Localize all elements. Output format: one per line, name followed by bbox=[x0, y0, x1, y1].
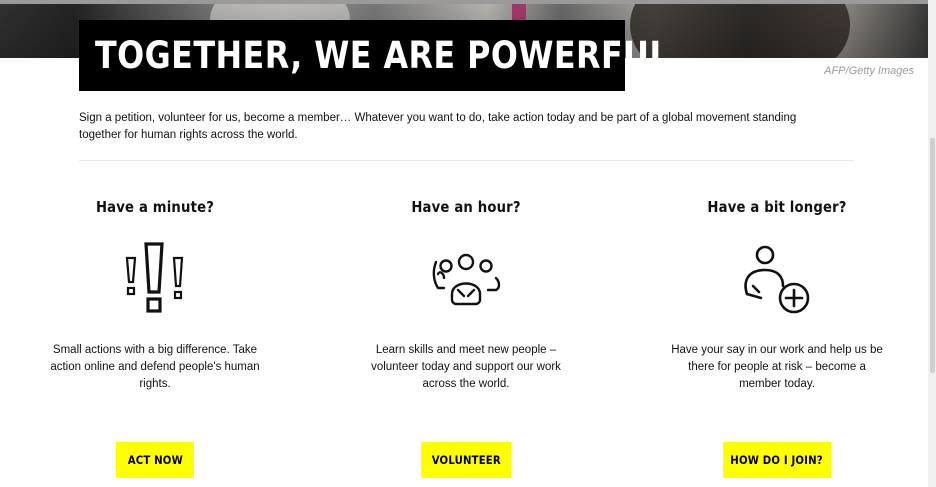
how-do-i-join-button[interactable]: HOW DO I JOIN? bbox=[723, 442, 831, 478]
column-description: Learn skills and meet new people – volun… bbox=[371, 344, 561, 390]
divider bbox=[79, 160, 854, 161]
scrollbar-thumb[interactable] bbox=[930, 138, 935, 373]
action-column-longer: Have a bit longer? Have your say in our … bbox=[667, 198, 887, 390]
action-column-hour: Have an hour? Learn skills and meet new … bbox=[356, 198, 576, 390]
column-description: Small actions with a big difference. Tak… bbox=[50, 344, 260, 390]
column-description: Have your say in our work and help us be… bbox=[671, 344, 883, 390]
volunteer-button[interactable]: VOLUNTEER bbox=[421, 442, 511, 478]
person-plus-icon bbox=[739, 242, 815, 323]
page-title: TOGETHER, WE ARE POWERFUL bbox=[95, 34, 671, 77]
photo-credit: AFP/Getty Images bbox=[824, 65, 914, 77]
column-title: Have a minute? bbox=[95, 198, 215, 216]
top-border bbox=[0, 0, 936, 4]
column-title: Have an hour? bbox=[411, 198, 521, 216]
intro-text: Sign a petition, volunteer for us, becom… bbox=[79, 112, 797, 141]
act-now-button[interactable]: ACT NOW bbox=[116, 442, 194, 478]
group-people-icon bbox=[428, 250, 504, 315]
action-column-minute: Have a minute? Small actions with a big … bbox=[45, 198, 265, 390]
exclamation-marks-icon bbox=[120, 242, 190, 321]
column-title: Have a bit longer? bbox=[707, 198, 847, 216]
headline-banner: TOGETHER, WE ARE POWERFUL bbox=[79, 20, 670, 91]
